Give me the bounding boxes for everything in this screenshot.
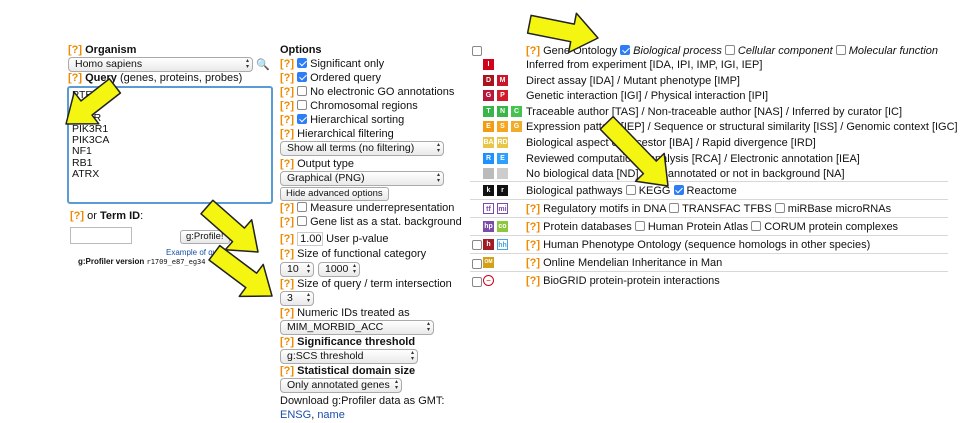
yellow-arrow-icon xyxy=(200,199,259,253)
annotation-arrows xyxy=(65,12,669,298)
yellow-arrow-icon xyxy=(208,244,273,298)
yellow-arrow-icon xyxy=(526,12,599,54)
yellow-arrow-icon xyxy=(65,78,122,125)
yellow-arrow-icon xyxy=(599,115,669,187)
